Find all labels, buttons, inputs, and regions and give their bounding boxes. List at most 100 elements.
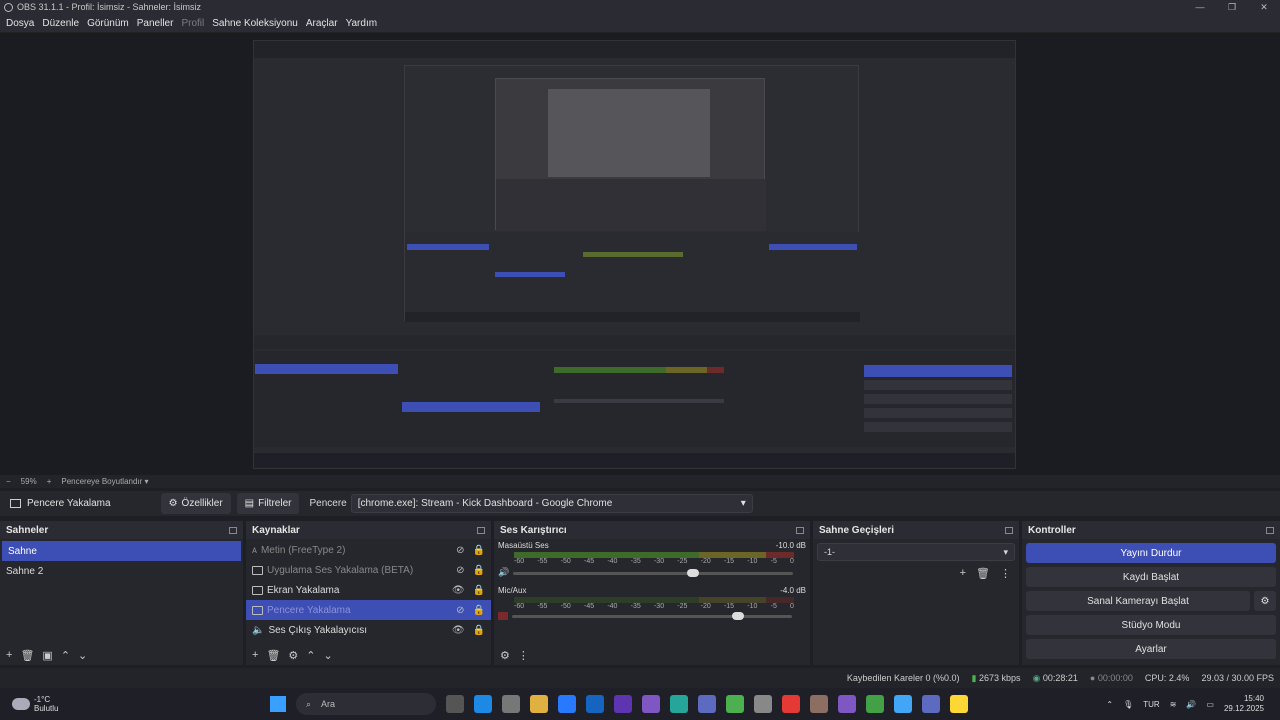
preview-area[interactable] [0, 33, 1280, 475]
wifi-icon[interactable]: ≋ [1170, 700, 1177, 709]
eye-icon[interactable]: 👁 [452, 625, 465, 636]
app-icon[interactable] [670, 695, 688, 713]
scenes-dock: Sahneler Sahne Sahne 2 + 🗑 ▣ ⌃ ⌄ [0, 521, 243, 665]
app-audio-icon [252, 565, 263, 575]
vscode-icon[interactable] [558, 695, 576, 713]
microphone-icon[interactable]: 🎙 [1123, 700, 1133, 709]
nested-docks [405, 232, 860, 322]
menu-file[interactable]: Dosya [2, 18, 38, 29]
zoom-in-button[interactable]: + [47, 477, 52, 486]
app-icon[interactable] [810, 695, 828, 713]
app-icon[interactable] [922, 695, 940, 713]
source-item[interactable]: 🔈 Ses Çıkış Yakalayıcısı 👁 🔒 [246, 620, 491, 640]
obs-taskbar-icon[interactable] [838, 695, 856, 713]
clock[interactable]: 15:40 29.12.2025 [1224, 694, 1264, 714]
windows-start-icon[interactable] [270, 696, 286, 712]
eye-icon[interactable]: 👁 [452, 585, 465, 596]
menu-scene-collection[interactable]: Sahne Koleksiyonu [208, 18, 302, 29]
stop-stream-button[interactable]: Yayını Durdur [1026, 543, 1276, 563]
chrome-icon[interactable] [726, 695, 744, 713]
window-select[interactable]: [chrome.exe]: Stream - Kick Dashboard - … [350, 494, 753, 513]
undock-icon[interactable] [477, 526, 485, 534]
source-item[interactable]: Pencere Yakalama ⊘ 🔒 [246, 600, 491, 620]
start-virtual-camera-button[interactable]: Sanal Kamerayı Başlat [1026, 591, 1250, 611]
battery-icon[interactable]: ▭ [1206, 700, 1214, 709]
move-up-icon[interactable]: ⌃ [306, 649, 315, 662]
app-icon[interactable] [754, 695, 772, 713]
app-icon[interactable] [642, 695, 660, 713]
zoom-out-button[interactable]: − [6, 477, 11, 486]
lock-icon[interactable]: 🔒 [473, 605, 485, 616]
source-item[interactable]: ᴀ Metin (FreeType 2) ⊘ 🔒 [246, 540, 491, 560]
file-explorer-icon[interactable] [530, 695, 548, 713]
lock-icon[interactable]: 🔒 [473, 565, 485, 576]
move-down-icon[interactable]: ⌄ [324, 649, 333, 662]
preview-canvas[interactable] [253, 40, 1016, 469]
add-icon[interactable]: + [6, 649, 12, 661]
scene-item[interactable]: Sahne [2, 541, 241, 561]
scene-item[interactable]: Sahne 2 [0, 561, 243, 581]
minimize-icon[interactable]: — [1184, 0, 1216, 14]
visual-studio-icon[interactable] [698, 695, 716, 713]
more-options-icon[interactable]: ⋮ [1000, 567, 1011, 580]
eye-hidden-icon[interactable]: ⊘ [456, 605, 464, 616]
trash-icon[interactable]: 🗑 [266, 649, 280, 662]
trash-icon[interactable]: 🗑 [20, 649, 34, 662]
undock-icon[interactable] [1266, 526, 1274, 534]
mixer-settings-icon[interactable]: ⚙ [500, 649, 510, 662]
lock-icon[interactable]: 🔒 [473, 545, 485, 556]
undock-icon[interactable] [229, 526, 237, 534]
photoshop-icon[interactable] [586, 695, 604, 713]
task-view-icon[interactable] [446, 695, 464, 713]
add-icon[interactable]: + [960, 567, 966, 580]
start-record-button[interactable]: Kaydı Başlat [1026, 567, 1276, 587]
more-options-icon[interactable]: ⋮ [518, 649, 529, 662]
move-down-icon[interactable]: ⌄ [78, 649, 87, 662]
undock-icon[interactable] [796, 526, 804, 534]
trash-icon[interactable]: 🗑 [976, 567, 990, 580]
menu-docks[interactable]: Paneller [133, 18, 178, 29]
menu-tools[interactable]: Araçlar [302, 18, 342, 29]
store-icon[interactable] [502, 695, 520, 713]
volume-slider[interactable] [512, 612, 792, 620]
source-item[interactable]: Ekran Yakalama 👁 🔒 [246, 580, 491, 600]
menu-profile[interactable]: Profil [177, 18, 208, 29]
source-item[interactable]: Uygulama Ses Yakalama (BETA) ⊘ 🔒 [246, 560, 491, 580]
lock-icon[interactable]: 🔒 [473, 625, 485, 636]
menu-view[interactable]: Görünüm [83, 18, 133, 29]
taskbar-search[interactable]: ⌕ Ara [296, 693, 436, 715]
fit-to-window-dropdown[interactable]: Pencereye Boyutlandır ▾ [61, 477, 148, 486]
undock-icon[interactable] [1005, 526, 1013, 534]
chevron-up-icon[interactable]: ⌃ [1106, 700, 1113, 709]
premiere-icon[interactable] [614, 695, 632, 713]
app-icon[interactable] [950, 695, 968, 713]
edge-icon[interactable] [474, 695, 492, 713]
speaker-icon[interactable]: 🔊 [498, 567, 509, 578]
window-title: OBS 31.1.1 - Profil: İsimsiz - Sahneler:… [17, 2, 202, 12]
add-icon[interactable]: + [252, 649, 258, 661]
settings-button[interactable]: Ayarlar [1026, 639, 1276, 659]
weather-widget[interactable]: -1°C Bulutlu [0, 695, 270, 713]
menu-help[interactable]: Yardım [342, 18, 382, 29]
app-icon[interactable] [782, 695, 800, 713]
virtual-camera-settings-icon[interactable]: ⚙ [1254, 591, 1276, 611]
eye-hidden-icon[interactable]: ⊘ [456, 565, 464, 576]
menu-edit[interactable]: Düzenle [38, 18, 83, 29]
volume-icon[interactable]: 🔊 [1186, 700, 1196, 709]
studio-mode-button[interactable]: Stüdyo Modu [1026, 615, 1276, 635]
maximize-icon[interactable]: ❐ [1216, 0, 1248, 14]
properties-button[interactable]: ⚙ Özellikler [160, 493, 231, 514]
muted-speaker-icon[interactable] [498, 612, 508, 620]
chrome-icon[interactable] [866, 695, 884, 713]
move-up-icon[interactable]: ⌃ [61, 649, 70, 662]
filters-button[interactable]: ▤ Filtreler [236, 493, 300, 514]
app-icon[interactable] [894, 695, 912, 713]
gear-icon[interactable]: ⚙ [288, 649, 298, 662]
close-icon[interactable]: ✕ [1248, 0, 1280, 14]
transition-select[interactable]: -1- ▾ [817, 543, 1015, 561]
volume-slider[interactable] [513, 568, 794, 577]
language-indicator[interactable]: TUR [1143, 700, 1159, 709]
eye-hidden-icon[interactable]: ⊘ [456, 545, 464, 556]
lock-icon[interactable]: 🔒 [473, 585, 485, 596]
filter-icon[interactable]: ▣ [42, 649, 52, 662]
